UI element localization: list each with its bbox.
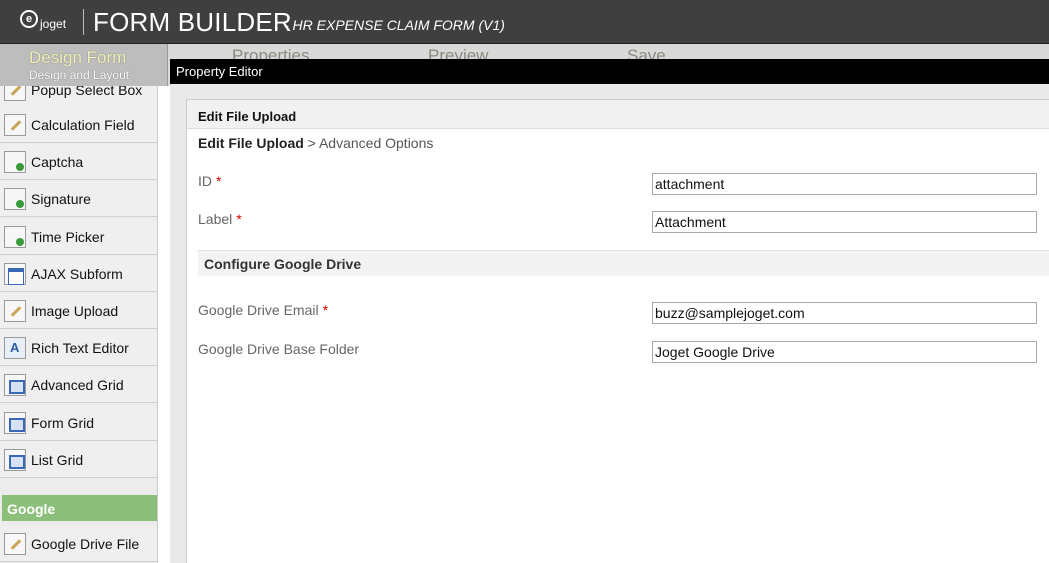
property-editor: Property Editor Edit File Upload Edit Fi… [170,59,1049,563]
palette-item-rich-text-editor[interactable]: Rich Text Editor [0,330,157,366]
palette-item-list-grid[interactable]: List Grid [0,442,157,478]
palette-sidebar: Popup Select Box Calculation Field Captc… [0,86,158,563]
palette-item-form-grid[interactable]: Form Grid [0,405,157,441]
app-header: e joget FORM BUILDER - HR EXPENSE CLAIM … [0,0,1049,44]
palette-item-google-drive-file[interactable]: Google Drive File [0,526,157,562]
palette-item-label: Form Grid [31,415,94,431]
label-input[interactable] [652,211,1037,233]
panel-header: Edit File Upload [187,100,1049,129]
grid-icon [4,412,26,434]
palette-item-label: Signature [31,191,91,207]
palette-group-google[interactable]: Google [2,495,157,521]
google-drive-base-folder-input[interactable] [652,341,1037,363]
palette-item-popup-select-box[interactable]: Popup Select Box [0,86,157,108]
palette-item-label: Rich Text Editor [31,340,129,356]
section-title: Configure Google Drive [204,256,362,272]
palette-item-label: Captcha [31,154,84,170]
property-editor-title: Property Editor [176,64,263,79]
tab-design-form[interactable]: Design Form Design and Layout [0,44,168,86]
palette-item-label: Advanced Grid [31,377,124,393]
palette-item-label: Google Drive File [31,536,140,552]
google-drive-base-folder-label: Google Drive Base Folder [198,341,359,357]
breadcrumb-current: > Advanced Options [303,135,434,151]
grid-icon [4,374,26,396]
label-text: Label [198,211,233,227]
breadcrumb: Edit File Upload > Advanced Options [198,135,433,151]
grid-icon [4,449,26,471]
required-mark: * [322,302,329,318]
property-editor-titlebar: Property Editor [170,59,1049,84]
field-dot-icon [4,226,26,248]
palette-item-image-upload[interactable]: Image Upload [0,293,157,329]
logo-text: joget [40,17,67,31]
required-mark: * [236,211,242,227]
pencil-field-icon [4,114,26,136]
pencil-field-icon [4,533,26,555]
palette-item-captcha[interactable]: Captcha [0,144,157,180]
palette-item-time-picker[interactable]: Time Picker [0,219,157,255]
pencil-field-icon [4,86,26,101]
joget-logo[interactable]: e joget [18,8,82,34]
palette-item-label: Calculation Field [31,117,135,133]
palette-item-ajax-subform[interactable]: AJAX Subform [0,256,157,292]
panel-title: Edit File Upload [198,109,297,124]
palette-item-label: List Grid [31,452,84,468]
palette-item-label: AJAX Subform [31,266,123,282]
pencil-field-icon [4,300,26,322]
field-dot-icon [4,151,26,173]
google-drive-email-input[interactable] [652,302,1037,324]
palette-item-signature[interactable]: Signature [0,181,157,217]
label-text: Google Drive Email [198,302,319,318]
field-dot-icon [4,188,26,210]
property-panel: Edit File Upload Edit File Upload > Adva… [186,99,1049,563]
palette-group-label: Google [7,501,56,517]
rich-text-icon [4,337,26,359]
tab-design-form-sublabel: Design and Layout [29,68,130,82]
id-field-label: ID * [198,173,221,189]
google-drive-email-label: Google Drive Email * [198,302,328,318]
form-builder-app: e joget FORM BUILDER - HR EXPENSE CLAIM … [0,0,1049,563]
required-mark: * [216,173,222,189]
header-divider [83,9,84,35]
palette-item-label: Popup Select Box [31,86,143,98]
palette-item-label: Time Picker [31,229,105,245]
palette-item-label: Image Upload [31,303,119,319]
app-title: FORM BUILDER [93,7,292,37]
breadcrumb-root[interactable]: Edit File Upload [198,135,304,151]
window-icon [4,263,26,285]
palette-item-calculation-field[interactable]: Calculation Field [0,107,157,143]
label-text: ID [198,173,212,189]
label-field-label: Label * [198,211,242,227]
tab-design-form-label: Design Form [29,48,127,67]
form-subtitle: - HR EXPENSE CLAIM FORM (V1) [284,17,505,33]
palette-item-advanced-grid[interactable]: Advanced Grid [0,367,157,403]
section-configure-google-drive: Configure Google Drive [198,250,1049,276]
label-text: Google Drive Base Folder [198,341,360,357]
joget-logo-icon: e [20,10,38,28]
id-input[interactable] [652,173,1037,195]
